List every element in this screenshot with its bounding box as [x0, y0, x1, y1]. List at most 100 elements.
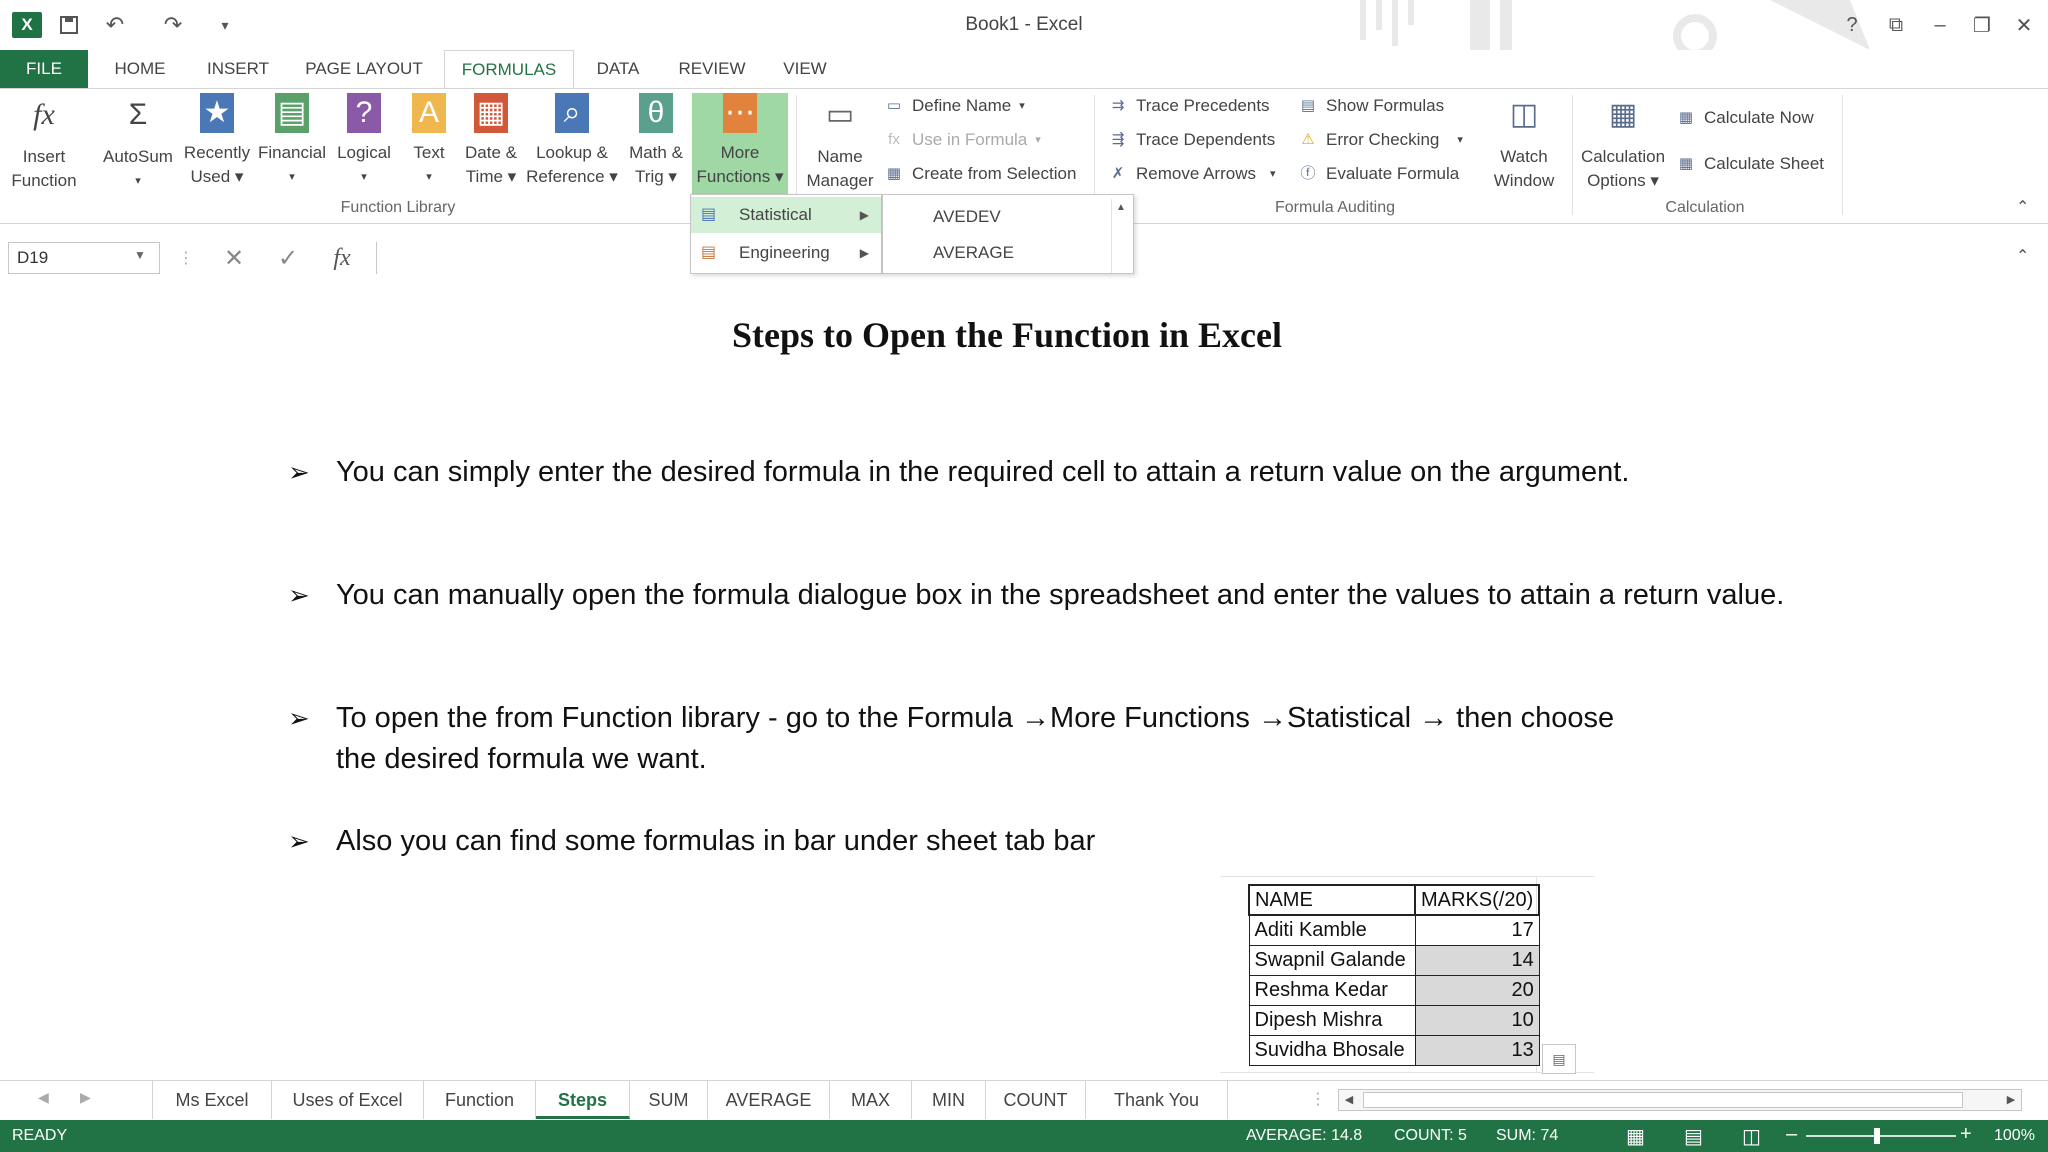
header-cell-marks[interactable]: MARKS(/20): [1413, 884, 1541, 916]
trace-precedents-button[interactable]: ⇉ Trace Precedents: [1108, 91, 1270, 121]
create-from-selection-button[interactable]: ▦ Create from Selection: [884, 159, 1077, 189]
status-average[interactable]: AVERAGE: 14.8: [1246, 1127, 1362, 1145]
collapse-ribbon-icon[interactable]: ⌃: [2016, 197, 2029, 217]
formula-input[interactable]: [376, 242, 2036, 274]
name-manager-icon: ▭: [825, 98, 855, 131]
scroll-tabs-left-icon[interactable]: ◀: [38, 1089, 49, 1106]
tab-view[interactable]: VIEW: [772, 50, 838, 88]
use-in-formula-button[interactable]: fx Use in Formula ▾: [884, 125, 1041, 155]
submenu-item-average[interactable]: AVERAGE: [933, 235, 1014, 271]
scrollbar-thumb[interactable]: [1363, 1092, 1963, 1108]
tab-insert[interactable]: INSERT: [196, 50, 280, 88]
excel-app-icon[interactable]: X: [12, 12, 42, 38]
zoom-in-icon[interactable]: +: [1960, 1123, 1972, 1146]
scroll-up-icon[interactable]: ▲: [1112, 199, 1130, 217]
ribbon-display-options-icon[interactable]: ⧉: [1878, 10, 1914, 40]
expand-formula-bar-icon[interactable]: ⌃: [2016, 246, 2029, 266]
cancel-entry-icon[interactable]: ✕: [214, 242, 254, 274]
more-functions-button[interactable]: ⋯ More Functions ▾: [692, 93, 788, 197]
undo-icon[interactable]: ↶: [98, 10, 132, 40]
insert-function-fx-icon[interactable]: fx: [322, 242, 362, 274]
scroll-left-icon[interactable]: ◀: [1339, 1090, 1359, 1110]
normal-view-icon[interactable]: ▦: [1626, 1124, 1645, 1149]
tab-file[interactable]: FILE: [0, 50, 88, 88]
marks-cell[interactable]: 13: [1414, 1034, 1540, 1066]
save-icon[interactable]: [52, 10, 86, 40]
define-name-button[interactable]: ▭ Define Name ▾: [884, 91, 1025, 121]
marks-cell[interactable]: 20: [1414, 974, 1540, 1006]
recently-used-button[interactable]: ★ Recently Used ▾: [180, 93, 254, 189]
text-book-icon: A: [412, 93, 446, 133]
name-cell[interactable]: Aditi Kamble: [1248, 914, 1416, 946]
calculate-sheet-button[interactable]: ▦ Calculate Sheet: [1676, 149, 1824, 179]
name-cell[interactable]: Swapnil Galande: [1248, 944, 1416, 976]
tab-data[interactable]: DATA: [586, 50, 650, 88]
name-cell[interactable]: Suvidha Bhosale: [1248, 1034, 1416, 1066]
quick-analysis-icon[interactable]: ▤: [1542, 1044, 1576, 1074]
horizontal-scrollbar[interactable]: ◀ ▶: [1338, 1089, 2022, 1111]
header-cell-name[interactable]: NAME: [1248, 884, 1416, 916]
autosum-button[interactable]: Σ AutoSum ▾: [96, 93, 180, 193]
sheet-tab-function[interactable]: Function: [424, 1081, 536, 1119]
sheet-tab-average[interactable]: AVERAGE: [708, 1081, 830, 1119]
submenu-scrollbar[interactable]: ▲: [1111, 199, 1129, 273]
sheet-tab-count[interactable]: COUNT: [986, 1081, 1086, 1119]
tab-review[interactable]: REVIEW: [670, 50, 754, 88]
tab-split-grip-icon[interactable]: ⋮: [1310, 1089, 1326, 1109]
name-box-dropdown-icon[interactable]: ▼: [134, 248, 146, 262]
zoom-slider-track[interactable]: [1806, 1135, 1956, 1137]
name-manager-button[interactable]: ▭ Name Manager: [798, 93, 882, 193]
restore-icon[interactable]: ❐: [1964, 10, 2000, 40]
name-cell[interactable]: Dipesh Mishra: [1248, 1004, 1416, 1036]
error-checking-button[interactable]: ⚠ Error Checking ▾: [1298, 125, 1463, 155]
remove-arrows-label: Remove Arrows: [1136, 164, 1256, 183]
page-break-preview-icon[interactable]: ◫: [1742, 1124, 1761, 1149]
scroll-right-icon[interactable]: ▶: [2001, 1090, 2021, 1110]
zoom-level[interactable]: 100%: [1994, 1127, 2035, 1145]
close-icon[interactable]: ✕: [2006, 10, 2042, 40]
trace-dependents-button[interactable]: ⇶ Trace Dependents: [1108, 125, 1276, 155]
date-time-button[interactable]: ▦ Date & Time ▾: [458, 93, 524, 189]
watch-window-button[interactable]: ◫ Watch Window: [1474, 93, 1574, 193]
page-layout-view-icon[interactable]: ▤: [1684, 1124, 1703, 1149]
logical-button[interactable]: ? Logical ▾: [330, 93, 398, 189]
remove-arrows-button[interactable]: ✗ Remove Arrows ▾: [1108, 159, 1276, 189]
status-count[interactable]: COUNT: 5: [1394, 1127, 1467, 1145]
customize-qat-icon[interactable]: ▾: [208, 10, 242, 40]
scroll-tabs-right-icon[interactable]: ▶: [80, 1089, 91, 1106]
marks-cell[interactable]: 10: [1414, 1004, 1540, 1036]
menu-item-engineering[interactable]: ▤ Engineering ▶: [691, 235, 881, 271]
name-cell[interactable]: Reshma Kedar: [1248, 974, 1416, 1006]
sheet-tab-max[interactable]: MAX: [830, 1081, 912, 1119]
sheet-tab-uses-of-excel[interactable]: Uses of Excel: [272, 1081, 424, 1119]
zoom-slider-handle[interactable]: [1874, 1128, 1880, 1144]
minimize-icon[interactable]: –: [1922, 10, 1958, 40]
help-icon[interactable]: ?: [1834, 10, 1870, 40]
marks-cell[interactable]: 14: [1414, 944, 1540, 976]
sheet-tab-steps[interactable]: Steps: [536, 1081, 630, 1119]
evaluate-formula-button[interactable]: ⓕ Evaluate Formula: [1298, 159, 1459, 189]
sheet-tab-sum[interactable]: SUM: [630, 1081, 708, 1119]
tab-home[interactable]: HOME: [104, 50, 176, 88]
financial-button[interactable]: ▤ Financial ▾: [254, 93, 330, 189]
tab-page-layout[interactable]: PAGE LAYOUT: [296, 50, 432, 88]
redo-icon[interactable]: ↷: [156, 10, 190, 40]
marks-cell[interactable]: 17: [1414, 914, 1540, 946]
tab-formulas[interactable]: FORMULAS: [444, 50, 574, 89]
lookup-reference-button[interactable]: ⌕ Lookup & Reference ▾: [524, 93, 620, 189]
show-formulas-button[interactable]: ▤ Show Formulas: [1298, 91, 1444, 121]
calculation-options-button[interactable]: ▦ Calculation Options ▾: [1576, 93, 1670, 193]
text-label: Text: [413, 143, 445, 162]
sheet-tab-min[interactable]: MIN: [912, 1081, 986, 1119]
confirm-entry-icon[interactable]: ✓: [268, 242, 308, 274]
menu-item-statistical[interactable]: ▤ Statistical ▶: [691, 197, 881, 233]
text-button[interactable]: A Text ▾: [400, 93, 458, 189]
math-trig-button[interactable]: θ Math & Trig ▾: [620, 93, 692, 189]
sheet-tab-ms-excel[interactable]: Ms Excel: [152, 1081, 272, 1119]
sheet-tab-thank-you[interactable]: Thank You: [1086, 1081, 1228, 1119]
calculate-now-button[interactable]: ▦ Calculate Now: [1676, 103, 1814, 133]
submenu-item-avedev[interactable]: AVEDEV: [933, 199, 1001, 235]
zoom-out-icon[interactable]: –: [1786, 1123, 1797, 1146]
status-sum[interactable]: SUM: 74: [1496, 1127, 1558, 1145]
insert-function-button[interactable]: fx Insert Function: [4, 93, 84, 193]
